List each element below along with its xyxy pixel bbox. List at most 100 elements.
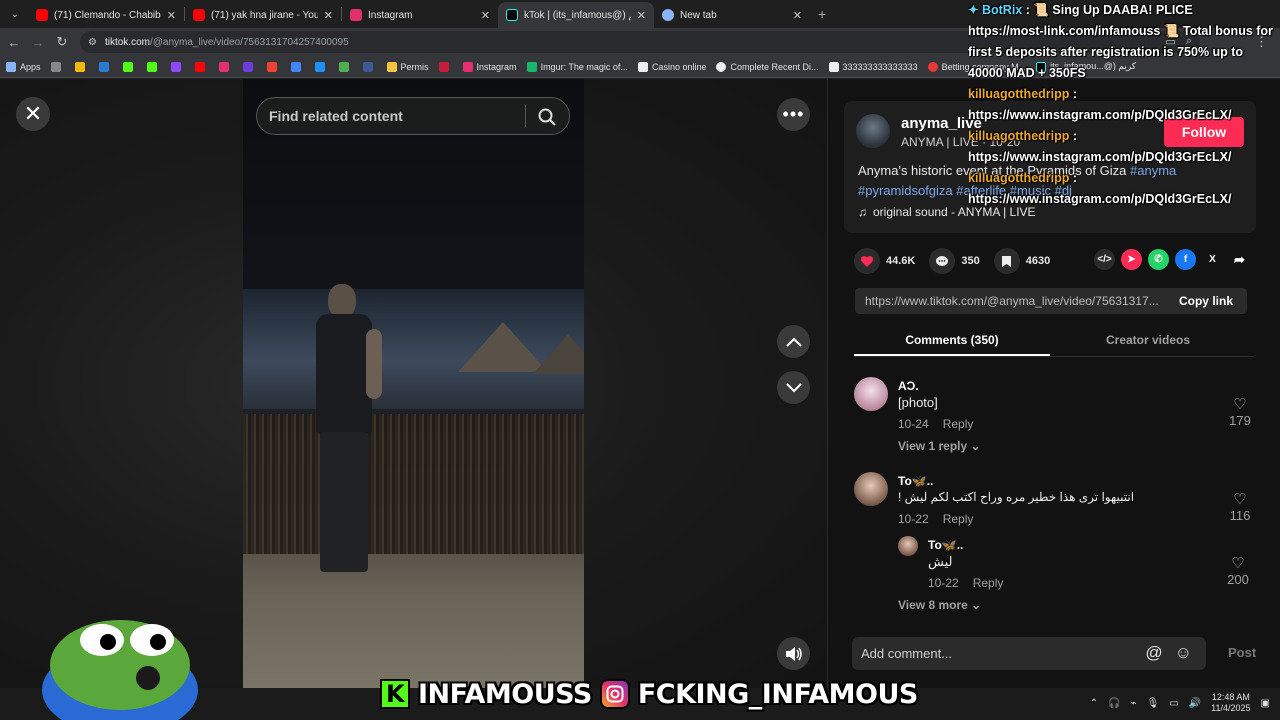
volume-button[interactable] [777,637,810,670]
close-tab-icon[interactable]: ✕ [324,9,333,22]
tab-search-button[interactable]: ⌄ [2,3,28,25]
comment-like-button[interactable]: ♡ 116 [1225,490,1255,523]
forward-arrow-icon[interactable]: → [26,35,50,50]
close-tab-icon[interactable]: ✕ [481,9,490,22]
comment-like-button[interactable]: ♡ 179 [1225,395,1255,428]
reply-button[interactable]: Reply [973,576,1004,590]
reply-button[interactable]: Reply [943,512,974,526]
comment-like-button[interactable]: ♡ 200 [1223,554,1253,587]
bookmark-icon-only[interactable] [266,61,281,72]
bookmark-333[interactable]: 333333333333333 [828,61,918,72]
reply-button[interactable]: Reply [943,417,974,431]
chat-line: first 5 deposits after registration is 7… [968,45,1244,59]
avatar[interactable] [854,377,888,411]
chevron-up-icon[interactable]: ⌃ [1090,698,1098,709]
whatsapp-icon[interactable]: ✆ [1148,249,1169,270]
favorite-button[interactable]: 4630 [993,248,1050,274]
find-related-search[interactable]: Find related content [256,97,570,135]
tab-comments[interactable]: Comments (350) [854,327,1050,356]
view-replies-button[interactable]: View 1 reply ⌄ [898,439,981,453]
instagram-handle: FCKING_INFAMOUS [637,678,919,710]
bookmark-icon-only[interactable] [50,61,65,72]
mention-icon[interactable]: @ [1145,643,1162,663]
bookmark-icon-only[interactable] [194,61,209,72]
chat-line: 40000 MAD + 350FS [968,66,1086,80]
back-arrow-icon[interactable]: ← [2,35,26,50]
notification-icon[interactable]: ▣ [1261,698,1270,709]
bookmark-apps[interactable]: Apps [6,61,41,72]
bookmark-icon-only[interactable] [338,61,353,72]
browser-tab[interactable]: (71) Clemando - Chabiba [Offic ✕ [28,2,184,28]
comment-author[interactable]: AƆ. [898,379,919,393]
bookmark-icon-only[interactable] [362,61,377,72]
heart-outline-icon: ♡ [1231,555,1245,572]
browser-tab[interactable]: Instagram ✕ [342,2,498,28]
comment-author[interactable]: To🦋.. [898,474,933,488]
add-comment-input[interactable]: Add comment... @ ☺ [852,637,1206,670]
more-options-icon[interactable]: ••• [777,98,810,131]
bookmark-icon-only[interactable] [98,61,113,72]
share-arrow-icon[interactable]: ➦ [1229,249,1250,270]
close-tab-icon[interactable]: ✕ [637,9,646,22]
microphone-icon[interactable]: 🎙 [1147,698,1160,709]
bookmark-icon-only[interactable] [122,61,137,72]
bookmark-icon-only[interactable] [218,61,233,72]
instagram-icon [462,61,473,72]
share-row: </> ➤ ✆ f X ➦ [1094,249,1250,270]
headset-icon[interactable]: 🎧 [1108,698,1120,709]
display-icon[interactable]: ▭ [1169,698,1178,709]
network-icon[interactable]: ⌁ [1131,698,1137,709]
browser-tab[interactable]: (71) yak hna jirane - YouTube ✕ [185,2,341,28]
video-player[interactable]: ✕ Find related content ••• [0,79,827,688]
embed-code-icon[interactable]: </> [1094,249,1115,270]
x-twitter-icon[interactable]: X [1202,249,1223,270]
search-icon[interactable] [537,107,557,127]
bookmark-instagram[interactable]: Instagram [462,61,517,72]
pyramid-shape [533,334,584,374]
bookmark-casino[interactable]: Casino online [637,61,706,72]
reply-item: To🦋.. ليش 10-22 Reply ♡ 200 View 8 more ⌄ [898,536,1254,616]
next-video-button[interactable] [777,371,810,404]
browser-tab[interactable]: New tab ✕ [654,2,810,28]
bookmark-icon-only[interactable] [314,61,329,72]
close-video-button[interactable]: ✕ [16,97,50,131]
bookmark-icon-only[interactable] [146,61,161,72]
video-frame[interactable] [243,79,584,688]
comment-button[interactable]: 350 [929,248,980,274]
bookmark-permis[interactable]: Permis [386,61,429,72]
avatar[interactable] [854,472,888,506]
clock[interactable]: 12:48 AM 11/4/2025 [1211,692,1250,714]
site-info-icon[interactable]: ⚙ [88,37,97,48]
close-tab-icon[interactable]: ✕ [167,9,176,22]
new-tab-button[interactable]: + [818,6,826,22]
like-count: 44.6K [886,255,916,267]
close-tab-icon[interactable]: ✕ [793,9,802,22]
bookmark-icon-only[interactable] [242,61,257,72]
bookmark-imgur[interactable]: Imgur: The magic of... [526,61,628,72]
bookmark-github[interactable]: Complete Recent Di... [716,61,819,72]
avatar[interactable] [898,536,918,556]
bookmark-icon-only[interactable] [290,61,305,72]
reload-icon[interactable]: ↻ [50,34,74,50]
share-link-field[interactable]: https://www.tiktok.com/@anyma_live/video… [855,288,1247,314]
avatar[interactable] [856,114,890,148]
bookmark-icon-only[interactable] [74,61,89,72]
bookmark-icon-only[interactable] [438,61,453,72]
send-to-friends-icon[interactable]: ➤ [1121,249,1142,270]
post-comment-button[interactable]: Post [1228,645,1256,660]
previous-video-button[interactable] [777,325,810,358]
bookmark-icon-only[interactable] [170,61,185,72]
comment-text: انتبيهوا ترى هذا خطير مره وراح اكتب لكم … [898,490,1135,504]
tab-title: ‎kTok | (its_infamous@) كريم [524,9,631,21]
facebook-icon[interactable]: f [1175,249,1196,270]
volume-icon[interactable]: 🔊 [1189,698,1201,709]
tab-creator-videos[interactable]: Creator videos [1050,327,1246,356]
comment-count: 350 [961,255,980,267]
copy-link-button[interactable]: Copy link [1165,288,1247,314]
comment-author[interactable]: To🦋.. [928,538,963,552]
browser-tab-active[interactable]: ‎kTok | (its_infamous@) كريم ✕ [498,2,654,28]
view-more-replies-button[interactable]: View 8 more ⌄ [898,598,981,612]
like-button[interactable]: 44.6K [854,248,915,274]
hashtag-link[interactable]: #pyramidsofgiza [858,183,953,198]
emoji-icon[interactable]: ☺ [1175,643,1192,663]
